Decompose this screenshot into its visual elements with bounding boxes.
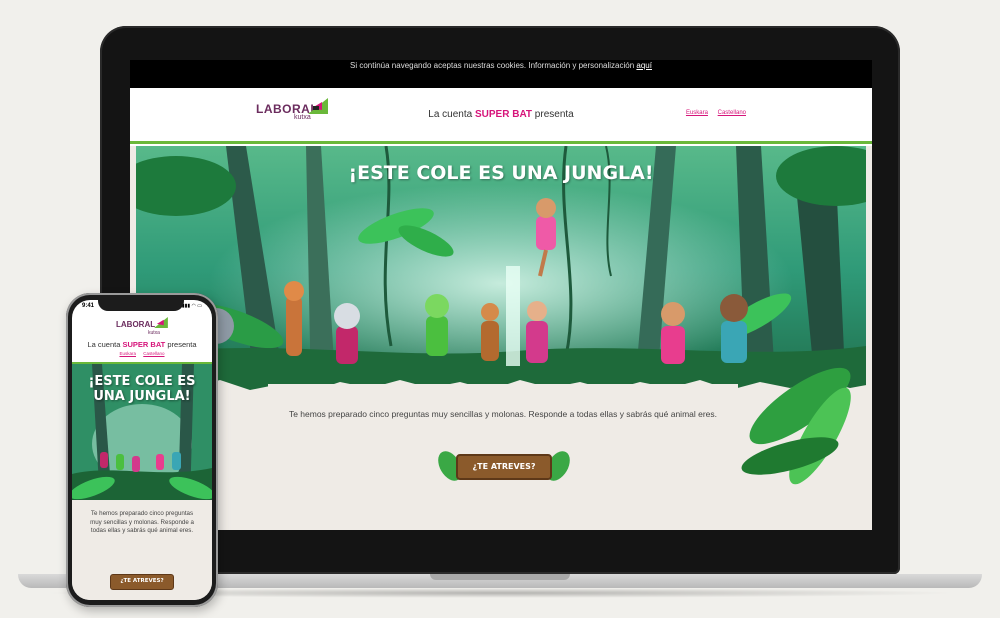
hero-section: ¡ESTE COLE ES UNA JUNGLA! Te hemos prepa… — [130, 146, 872, 530]
header-title-highlight: SUPER BAT — [474, 109, 533, 120]
laptop-notch — [430, 574, 570, 580]
cookie-bar: Si continúa navegando aceptas nuestras c… — [130, 60, 872, 88]
mobile-lang-euskara[interactable]: Euskara — [119, 351, 136, 356]
lang-link-castellano[interactable]: Castellano — [718, 110, 746, 116]
mobile-screen: 9:41 ▮▮▮ ◠ ▭ LABORAL kutxa La cuenta SUP… — [72, 300, 212, 600]
header-title-prefix: La cuenta — [428, 109, 475, 120]
mobile-title-prefix: La cuenta — [87, 340, 123, 349]
language-switcher: Euskara Castellano — [678, 110, 746, 116]
start-quiz-button[interactable]: ¿TE ATREVES? — [456, 454, 552, 480]
desktop-screen: Si continúa navegando aceptas nuestras c… — [130, 60, 872, 530]
status-time: 9:41 — [82, 303, 95, 309]
status-icons: ▮▮▮ ◠ ▭ — [181, 303, 202, 309]
hero-title: ¡ESTE COLE ES UNA JUNGLA! — [348, 162, 654, 184]
mobile-header-title: La cuenta SUPER BAT presenta — [72, 340, 212, 349]
mobile-logo-mark-icon — [154, 317, 168, 328]
mobile-title-highlight: SUPER BAT — [122, 340, 166, 349]
cookie-text: Si continúa navegando aceptas nuestras c… — [350, 61, 637, 70]
site-header: LABORAL kutxa La cuenta SUPER BAT presen… — [130, 88, 872, 144]
mobile-title-suffix: presenta — [165, 340, 197, 349]
mobile-start-quiz-button[interactable]: ¿TE ATREVES? — [110, 574, 174, 590]
quiz-intro-text: Te hemos preparado cinco preguntas muy s… — [288, 409, 718, 419]
mobile-lang-castellano[interactable]: Castellano — [143, 351, 164, 356]
mobile-quiz-card: Te hemos preparado cinco preguntas muy s… — [72, 500, 212, 600]
quiz-intro-card: Te hemos preparado cinco preguntas muy s… — [268, 384, 738, 504]
mobile-language-switcher: Euskara Castellano — [72, 351, 212, 356]
mobile-hero-title: ¡ESTE COLE ES UNA JUNGLA! — [88, 374, 196, 404]
mobile-quiz-intro-text: Te hemos preparado cinco preguntas muy s… — [90, 510, 194, 534]
header-title: La cuenta SUPER BAT presenta — [130, 109, 872, 120]
cookie-link[interactable]: aquí — [636, 61, 652, 70]
header-title-suffix: presenta — [532, 109, 574, 120]
mobile-logo-text[interactable]: LABORAL — [116, 320, 155, 329]
mobile-logo-subtext: kutxa — [148, 330, 160, 336]
mobile-hero: ¡ESTE COLE ES UNA JUNGLA! — [72, 362, 212, 500]
phone-notch — [98, 300, 184, 311]
foliage-decoration — [741, 367, 851, 485]
lang-link-euskara[interactable]: Euskara — [686, 110, 708, 116]
